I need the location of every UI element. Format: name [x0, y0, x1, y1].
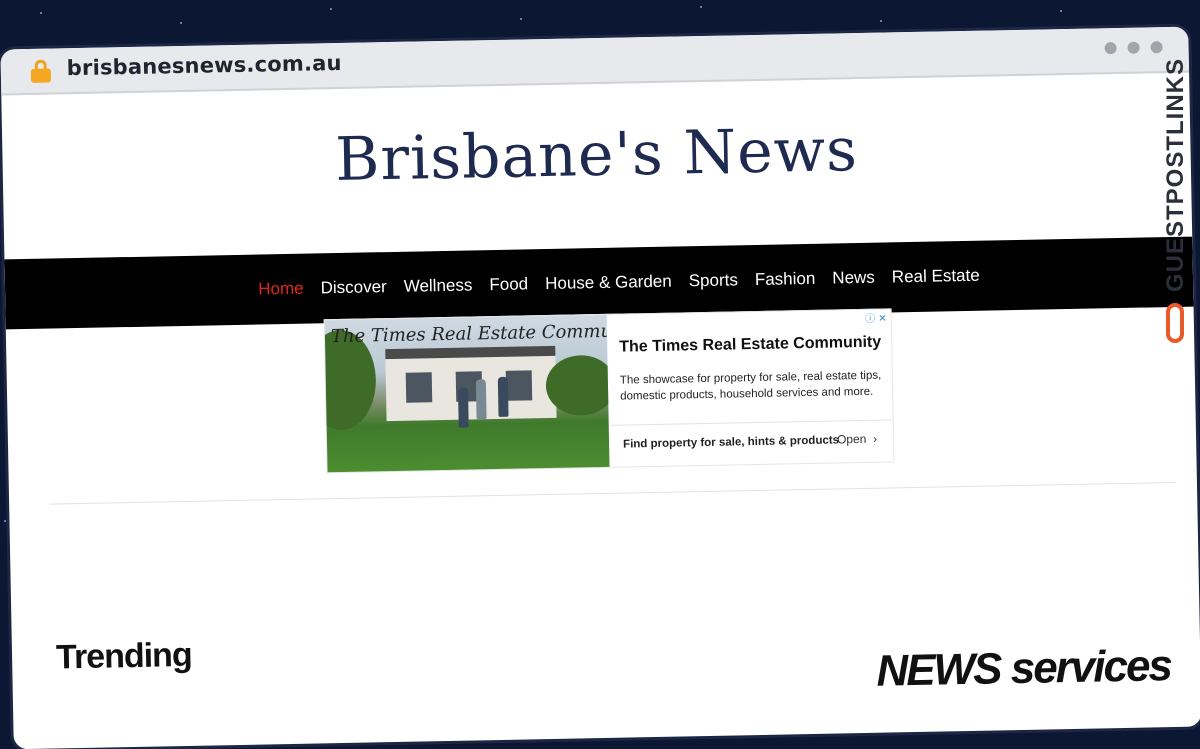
adchoices-icon[interactable]: ⓘ ✕ — [865, 309, 887, 324]
ad-description: The showcase for property for sale, real… — [619, 369, 882, 403]
guestpostlinks-watermark: GUESTPOSTLINKS — [1162, 55, 1192, 355]
nav-item-real-estate[interactable]: Real Estate — [892, 266, 980, 288]
url-text[interactable]: brisbanesnews.com.au — [67, 51, 342, 80]
ad-cta-row[interactable]: Find property for sale, hints & products… — [610, 419, 894, 462]
chevron-right-icon: › — [869, 431, 878, 446]
masthead: Brisbane's News — [2, 109, 1191, 220]
site-title[interactable]: Brisbane's News — [2, 109, 1191, 202]
ad-cta-text[interactable]: Find property for sale, hints & products — [623, 434, 839, 450]
browser-window: brisbanesnews.com.au Brisbane's News Hom… — [0, 26, 1200, 749]
address-bar[interactable]: brisbanesnews.com.au — [0, 26, 1190, 96]
ad-title[interactable]: The Times Real Estate Community — [619, 334, 881, 357]
nav-item-house-garden[interactable]: House & Garden — [545, 272, 672, 294]
trending-heading: Trending — [55, 635, 192, 677]
watermark-text: GUESTPOSTLINKS — [1162, 57, 1189, 293]
window-controls — [1104, 41, 1163, 55]
section-divider — [49, 481, 1175, 505]
window-dot-icon[interactable] — [1127, 41, 1140, 54]
ad-open-label: Open — [836, 431, 867, 447]
window-dot-icon[interactable] — [1104, 42, 1117, 55]
nav-item-home[interactable]: Home — [258, 279, 304, 300]
window-dot-icon[interactable] — [1150, 41, 1163, 54]
nav-item-news[interactable]: News — [832, 268, 875, 289]
nav-item-sports[interactable]: Sports — [689, 270, 739, 291]
lock-icon — [30, 59, 52, 83]
news-services-logo[interactable]: NEWS services — [876, 641, 1171, 697]
nav-item-discover[interactable]: Discover — [320, 277, 386, 298]
nav-item-wellness[interactable]: Wellness — [404, 275, 473, 296]
nav-item-fashion[interactable]: Fashion — [755, 269, 816, 290]
nav-item-food[interactable]: Food — [489, 274, 528, 295]
ad-script-text: The Times Real Estate Community — [330, 320, 610, 348]
ad-banner[interactable]: The Times Real Estate Community ⓘ ✕ The … — [323, 308, 895, 474]
ad-image[interactable]: The Times Real Estate Community — [324, 314, 610, 473]
ad-open-button[interactable]: Open › — [837, 432, 877, 447]
link-icon — [1166, 303, 1184, 343]
